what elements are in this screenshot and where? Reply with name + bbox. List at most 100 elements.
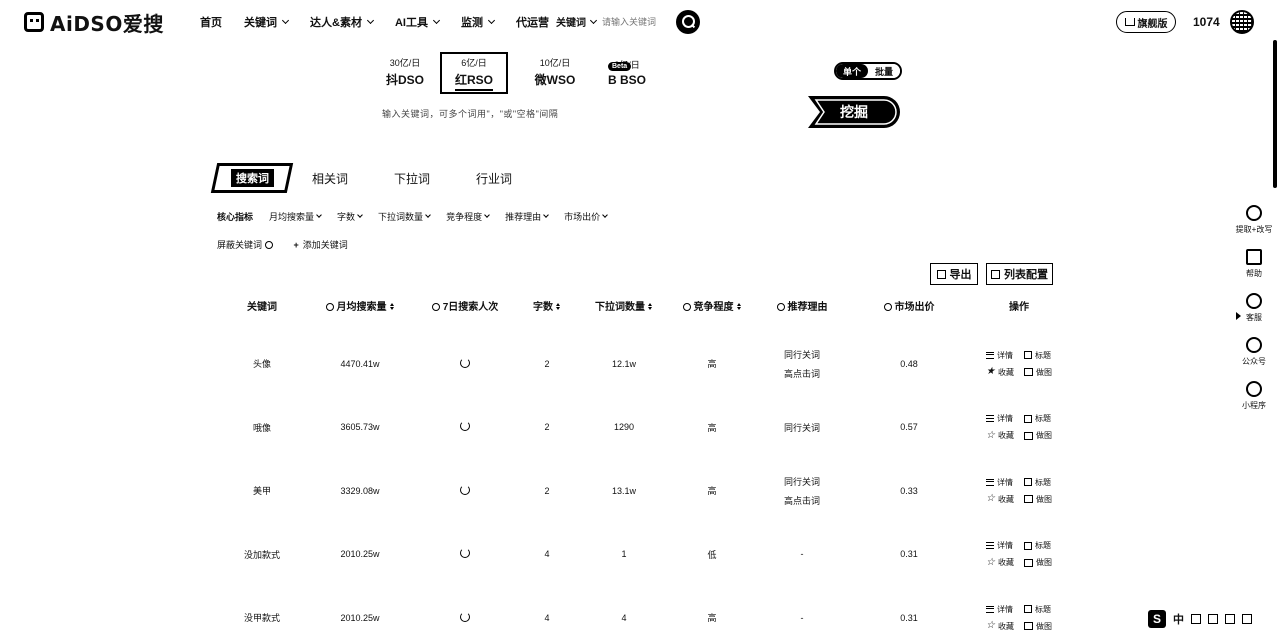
tag-button[interactable]: 标题 bbox=[1023, 413, 1052, 424]
tag-button[interactable]: 标题 bbox=[1023, 540, 1052, 551]
favorite-button[interactable]: ★ 收藏 bbox=[986, 367, 1014, 378]
make-image-button[interactable]: 做图 bbox=[1023, 494, 1052, 505]
page-scrollbar[interactable] bbox=[1273, 40, 1277, 188]
col-dropdown-count[interactable]: 下拉词数量 bbox=[574, 298, 674, 313]
edition-badge[interactable]: 旗舰版 bbox=[1116, 11, 1176, 33]
col-monthly-search[interactable]: 月均搜索量 bbox=[310, 298, 410, 313]
mode-single[interactable]: 单个 bbox=[836, 64, 868, 78]
rail-help[interactable]: 帮助 bbox=[1230, 249, 1278, 279]
filter-char-count[interactable]: 字数 bbox=[337, 210, 363, 223]
cell-keyword[interactable]: 美甲 bbox=[214, 484, 310, 497]
reason-tag: 同行关词 bbox=[783, 349, 820, 360]
filter-competition[interactable]: 竞争程度 bbox=[446, 210, 490, 223]
filter-reason[interactable]: 推荐理由 bbox=[505, 210, 549, 223]
ime-logo-icon[interactable]: S bbox=[1148, 610, 1166, 628]
tab-dropdown-words[interactable]: 下拉词 bbox=[394, 170, 430, 187]
export-button[interactable]: 导出 bbox=[930, 263, 978, 285]
detail-button[interactable]: 详情 bbox=[986, 413, 1014, 424]
points-count: 1074 bbox=[1193, 15, 1220, 29]
nav-item-agency[interactable]: 代运营 bbox=[516, 14, 549, 30]
make-image-button[interactable]: 做图 bbox=[1023, 557, 1052, 568]
col-competition[interactable]: 竞争程度 bbox=[674, 298, 750, 313]
ime-mic-icon[interactable] bbox=[1208, 614, 1218, 624]
nav-item-ai-tools[interactable]: AI工具 bbox=[395, 14, 440, 30]
tag-icon bbox=[1023, 478, 1032, 487]
tag-icon bbox=[1023, 414, 1032, 423]
tag-button[interactable]: 标题 bbox=[1023, 477, 1052, 488]
detail-button[interactable]: 详情 bbox=[986, 540, 1014, 551]
help-icon bbox=[776, 302, 785, 311]
nav-item-creators[interactable]: 达人&素材 bbox=[310, 14, 374, 30]
make-image-button[interactable]: 做图 bbox=[1023, 621, 1052, 630]
cell-reason: 同行关词 高点击词 bbox=[750, 475, 854, 507]
detail-button[interactable]: 详情 bbox=[986, 477, 1014, 488]
brand-logo[interactable]: AiDSO爱搜 bbox=[24, 10, 164, 36]
table-row: 没甲款式 2010.25w 4 4 高 - 0.31 详情 标题 ☆ 收藏 做图 bbox=[214, 586, 1074, 630]
top-search-input[interactable] bbox=[602, 16, 682, 27]
ime-lang[interactable]: 中 bbox=[1173, 611, 1184, 627]
cell-monthly-search: 3329.08w bbox=[340, 485, 380, 496]
make-image-button[interactable]: 做图 bbox=[1023, 367, 1052, 378]
cell-bid: 0.31 bbox=[900, 612, 918, 623]
list-config-button[interactable]: 列表配置 bbox=[986, 263, 1053, 285]
engine-tab-bso[interactable]: 2亿/日 B BSO bbox=[602, 52, 652, 92]
avatar[interactable] bbox=[1230, 10, 1254, 34]
mode-batch[interactable]: 批量 bbox=[868, 64, 900, 78]
make-image-button[interactable]: 做图 bbox=[1023, 430, 1052, 441]
engine-selector: 30亿/日 抖DSO 6亿/日 红RSO 10亿/日 微WSO 2亿/日 B B… bbox=[380, 52, 674, 94]
mode-toggle[interactable]: 单个 批量 bbox=[834, 62, 902, 80]
engine-tab-dso[interactable]: 30亿/日 抖DSO bbox=[380, 52, 430, 92]
ime-punct-icon[interactable] bbox=[1191, 614, 1201, 624]
star-icon: ☆ bbox=[986, 556, 995, 568]
ime-toolbar: S 中 bbox=[1144, 608, 1280, 630]
loading-spinner-icon bbox=[460, 548, 470, 559]
search-scope-select[interactable]: 关键词 bbox=[556, 14, 598, 29]
image-icon bbox=[1023, 368, 1033, 377]
cell-keyword[interactable]: 没甲款式 bbox=[214, 611, 310, 624]
help-icon bbox=[325, 302, 334, 311]
cell-7day-searches[interactable] bbox=[410, 357, 520, 370]
filter-bid[interactable]: 市场出价 bbox=[564, 210, 608, 223]
tab-related-words[interactable]: 相关词 bbox=[312, 170, 348, 187]
keyword-input-placeholder[interactable]: 输入关键词，可多个词用"，"或"空格"间隔 bbox=[382, 107, 558, 120]
cell-7day-searches[interactable] bbox=[410, 548, 520, 560]
favorite-button[interactable]: ☆ 收藏 bbox=[986, 621, 1014, 630]
favorite-button[interactable]: ☆ 收藏 bbox=[986, 557, 1014, 568]
filter-bar: 核心指标 月均搜索量 字数 下拉词数量 竞争程度 推荐理由 市场出价 bbox=[217, 210, 608, 223]
chevron-down-icon bbox=[543, 212, 549, 218]
dig-button[interactable]: 挖掘 bbox=[806, 94, 902, 130]
tab-industry-words[interactable]: 行业词 bbox=[476, 170, 512, 187]
filter-dropdown-count[interactable]: 下拉词数量 bbox=[378, 210, 431, 223]
ime-keyboard-icon[interactable] bbox=[1225, 614, 1235, 624]
help-icon[interactable] bbox=[264, 241, 273, 249]
rail-extract-rewrite[interactable]: 提取+改写 bbox=[1230, 205, 1278, 235]
cell-reason: 同行关词 bbox=[750, 421, 854, 434]
favorite-button[interactable]: ☆ 收藏 bbox=[986, 494, 1014, 505]
ime-menu-icon[interactable] bbox=[1242, 614, 1252, 624]
col-char-count[interactable]: 字数 bbox=[520, 298, 574, 313]
nav-item-monitor[interactable]: 监测 bbox=[461, 14, 495, 30]
nav-item-home[interactable]: 首页 bbox=[200, 14, 222, 30]
detail-button[interactable]: 详情 bbox=[986, 604, 1014, 615]
tag-button[interactable]: 标题 bbox=[1023, 604, 1052, 615]
cell-7day-searches[interactable] bbox=[410, 484, 520, 497]
rail-miniprogram[interactable]: 小程序 bbox=[1230, 381, 1278, 411]
filter-monthly-search[interactable]: 月均搜索量 bbox=[269, 210, 322, 223]
cell-keyword[interactable]: 哦像 bbox=[214, 421, 310, 434]
cell-keyword[interactable]: 头像 bbox=[214, 357, 310, 370]
cell-keyword[interactable]: 没加款式 bbox=[214, 548, 310, 561]
engine-tab-wso[interactable]: 10亿/日 微WSO bbox=[530, 52, 580, 92]
rail-wechat[interactable]: 公众号 bbox=[1230, 337, 1278, 367]
tab-search-words[interactable]: 搜索词 bbox=[210, 163, 294, 193]
sort-icon bbox=[736, 303, 742, 311]
favorite-button[interactable]: ☆ 收藏 bbox=[986, 430, 1014, 441]
rail-collapse-icon[interactable] bbox=[1236, 312, 1241, 320]
detail-button[interactable]: 详情 bbox=[986, 350, 1014, 361]
search-icon[interactable] bbox=[676, 10, 700, 34]
cell-7day-searches[interactable] bbox=[410, 611, 520, 624]
cell-7day-searches[interactable] bbox=[410, 421, 520, 433]
tag-button[interactable]: 标题 bbox=[1023, 350, 1052, 361]
add-keyword-button[interactable]: + 添加关键词 bbox=[294, 238, 348, 251]
nav-item-keywords[interactable]: 关键词 bbox=[244, 14, 290, 30]
engine-tab-rso[interactable]: 6亿/日 红RSO bbox=[440, 52, 508, 94]
